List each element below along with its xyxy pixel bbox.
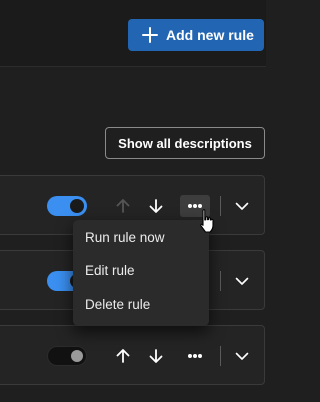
pointer-cursor-icon (196, 208, 218, 236)
menu-item-delete-rule[interactable]: Delete rule (85, 297, 150, 312)
show-all-descriptions-label: Show all descriptions (118, 135, 252, 151)
top-bar: Add new rule (0, 0, 266, 67)
chevron-down-icon[interactable] (232, 346, 252, 366)
arrow-down-icon[interactable] (146, 346, 166, 366)
plus-icon (142, 27, 158, 43)
add-new-rule-button[interactable]: Add new rule (128, 19, 264, 51)
chevron-down-icon[interactable] (232, 271, 252, 291)
arrow-up-icon[interactable] (113, 196, 133, 216)
arrow-up-icon[interactable] (113, 346, 133, 366)
divider (220, 271, 221, 291)
add-new-rule-label: Add new rule (166, 27, 254, 43)
menu-item-edit-rule[interactable]: Edit rule (85, 263, 135, 278)
rule-enabled-toggle[interactable] (47, 346, 87, 366)
rule-enabled-toggle[interactable] (47, 196, 87, 216)
more-options-button[interactable] (180, 345, 210, 367)
chevron-down-icon[interactable] (232, 196, 252, 216)
divider (220, 346, 221, 366)
arrow-down-icon[interactable] (146, 196, 166, 216)
show-all-descriptions-button[interactable]: Show all descriptions (105, 127, 265, 159)
menu-item-run-rule-now[interactable]: Run rule now (85, 230, 165, 245)
rule-context-menu: Run rule now Edit rule Delete rule (73, 220, 209, 326)
divider (220, 196, 221, 216)
rule-card (0, 325, 265, 385)
more-icon (188, 354, 202, 358)
